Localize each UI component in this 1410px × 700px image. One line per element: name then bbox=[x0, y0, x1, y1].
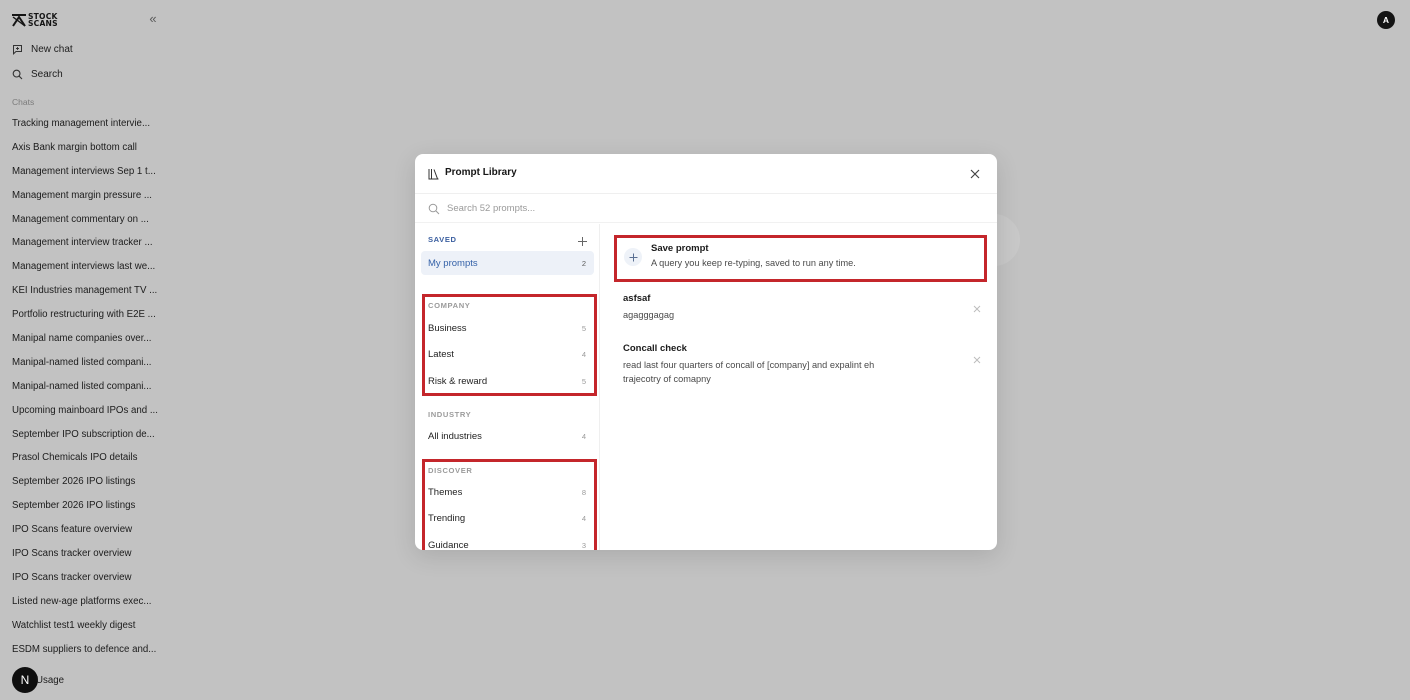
chat-list: Tracking management intervie... Axis Ban… bbox=[12, 117, 162, 666]
category-list: SAVED My prompts 2 COMPANY Business 5 La… bbox=[415, 224, 600, 550]
new-chat-label: New chat bbox=[31, 43, 73, 55]
chat-item[interactable]: Manipal name companies over... bbox=[12, 332, 162, 356]
category-count: 3 bbox=[581, 540, 586, 550]
category-label: All industries bbox=[428, 430, 482, 442]
category-label: My prompts bbox=[428, 257, 478, 269]
chat-item[interactable]: Tracking management intervie... bbox=[12, 117, 162, 141]
save-prompt-title: Save prompt bbox=[651, 243, 709, 254]
prompt-search-input[interactable] bbox=[447, 199, 747, 217]
category-trending[interactable]: Trending 4 bbox=[421, 506, 594, 530]
prompt-list: Save prompt A query you keep re-typing, … bbox=[601, 224, 997, 550]
search-label: Search bbox=[31, 68, 63, 80]
collapse-sidebar-icon[interactable]: « bbox=[146, 12, 160, 26]
brand-logo[interactable]: STOCK SCANS bbox=[12, 11, 74, 28]
chat-item[interactable]: Management interviews last we... bbox=[12, 260, 162, 284]
prompt-card[interactable]: Concall check read last four quarters of… bbox=[615, 343, 985, 389]
new-chat-button[interactable]: New chat bbox=[12, 41, 73, 57]
saved-heading: SAVED bbox=[428, 235, 457, 244]
category-my-prompts[interactable]: My prompts 2 bbox=[421, 251, 594, 275]
chat-item[interactable]: KEI Industries management TV ... bbox=[12, 284, 162, 308]
prompt-title: asfsaf bbox=[623, 293, 651, 304]
prompt-body: read last four quarters of concall of [c… bbox=[623, 360, 875, 384]
category-count: 5 bbox=[581, 376, 586, 386]
chat-item[interactable]: September IPO subscription de... bbox=[12, 428, 162, 452]
search-icon bbox=[12, 69, 23, 80]
chats-heading: Chats bbox=[12, 97, 35, 107]
category-label: Latest bbox=[428, 348, 454, 360]
prompt-search bbox=[415, 194, 997, 223]
company-heading: COMPANY bbox=[428, 301, 471, 310]
chat-item[interactable]: Manipal-named listed compani... bbox=[12, 356, 162, 380]
discover-heading: DISCOVER bbox=[428, 466, 473, 475]
chat-item[interactable]: Management margin pressure ... bbox=[12, 189, 162, 213]
category-all-industries[interactable]: All industries 4 bbox=[421, 424, 594, 448]
chat-item[interactable]: Upcoming mainboard IPOs and ... bbox=[12, 404, 162, 428]
save-prompt-button[interactable]: Save prompt A query you keep re-typing, … bbox=[616, 239, 982, 278]
plus-icon bbox=[624, 248, 642, 266]
prompt-library-modal: Prompt Library SAVED My prompts 2 COMPA bbox=[415, 154, 997, 550]
category-label: Themes bbox=[428, 486, 463, 498]
brand-line-2: SCANS bbox=[28, 18, 58, 28]
n-badge-icon[interactable]: N bbox=[12, 667, 38, 693]
usage-label: Usage bbox=[36, 674, 65, 686]
prompt-body: agagggagag bbox=[623, 310, 675, 320]
industry-heading: INDUSTRY bbox=[428, 410, 472, 419]
prompt-card[interactable]: asfsaf agagggagag bbox=[615, 293, 985, 329]
sidebar: STOCK SCANS « New chat Search Chats Trac… bbox=[0, 0, 172, 700]
category-guidance[interactable]: Guidance 3 bbox=[421, 533, 594, 551]
avatar[interactable]: A bbox=[1377, 11, 1395, 29]
category-label: Business bbox=[428, 322, 467, 334]
chat-item[interactable]: Management commentary on ... bbox=[12, 213, 162, 237]
chat-item[interactable]: September 2026 IPO listings bbox=[12, 475, 162, 499]
prompt-title: Concall check bbox=[623, 343, 687, 354]
remove-prompt-icon[interactable] bbox=[972, 352, 982, 364]
modal-header: Prompt Library bbox=[415, 154, 997, 194]
chat-item[interactable]: Management interview tracker ... bbox=[12, 236, 162, 260]
chat-item[interactable]: Portfolio restructuring with E2E ... bbox=[12, 308, 162, 332]
chat-item[interactable]: IPO Scans tracker overview bbox=[12, 571, 162, 595]
usage-button[interactable]: N Usage bbox=[12, 667, 64, 693]
search-icon bbox=[428, 202, 440, 220]
category-count: 4 bbox=[581, 349, 586, 359]
category-label: Risk & reward bbox=[428, 375, 488, 387]
add-saved-prompt-icon[interactable] bbox=[577, 234, 588, 246]
category-latest[interactable]: Latest 4 bbox=[421, 342, 594, 366]
category-count: 5 bbox=[581, 323, 586, 333]
logo-mark-icon bbox=[12, 13, 26, 27]
category-count: 2 bbox=[581, 258, 586, 268]
category-count: 4 bbox=[581, 431, 586, 441]
category-label: Trending bbox=[428, 512, 466, 524]
chat-item[interactable]: September 2026 IPO listings bbox=[12, 499, 162, 523]
close-icon[interactable] bbox=[968, 167, 982, 181]
save-prompt-subtitle: A query you keep re-typing, saved to run… bbox=[651, 258, 856, 268]
remove-prompt-icon[interactable] bbox=[972, 301, 982, 313]
library-icon bbox=[428, 167, 439, 185]
search-button[interactable]: Search bbox=[12, 66, 63, 82]
category-count: 4 bbox=[581, 513, 586, 523]
category-themes[interactable]: Themes 8 bbox=[421, 480, 594, 504]
category-business[interactable]: Business 5 bbox=[421, 316, 594, 340]
category-label: Guidance bbox=[428, 539, 469, 551]
chat-item[interactable]: IPO Scans feature overview bbox=[12, 523, 162, 547]
chat-item[interactable]: Watchlist test1 weekly digest bbox=[12, 619, 162, 643]
chat-item[interactable]: Axis Bank margin bottom call bbox=[12, 141, 162, 165]
new-chat-icon bbox=[12, 44, 23, 55]
chat-item[interactable]: Prasol Chemicals IPO details bbox=[12, 451, 162, 475]
category-count: 8 bbox=[581, 487, 586, 497]
chat-item[interactable]: Listed new-age platforms exec... bbox=[12, 595, 162, 619]
chat-item[interactable]: IPO Scans tracker overview bbox=[12, 547, 162, 571]
category-risk-reward[interactable]: Risk & reward 5 bbox=[421, 369, 594, 393]
chat-item[interactable]: ESDM suppliers to defence and... bbox=[12, 643, 162, 667]
modal-title: Prompt Library bbox=[445, 167, 517, 178]
chat-item[interactable]: Management interviews Sep 1 t... bbox=[12, 165, 162, 189]
chat-item[interactable]: Manipal-named listed compani... bbox=[12, 380, 162, 404]
